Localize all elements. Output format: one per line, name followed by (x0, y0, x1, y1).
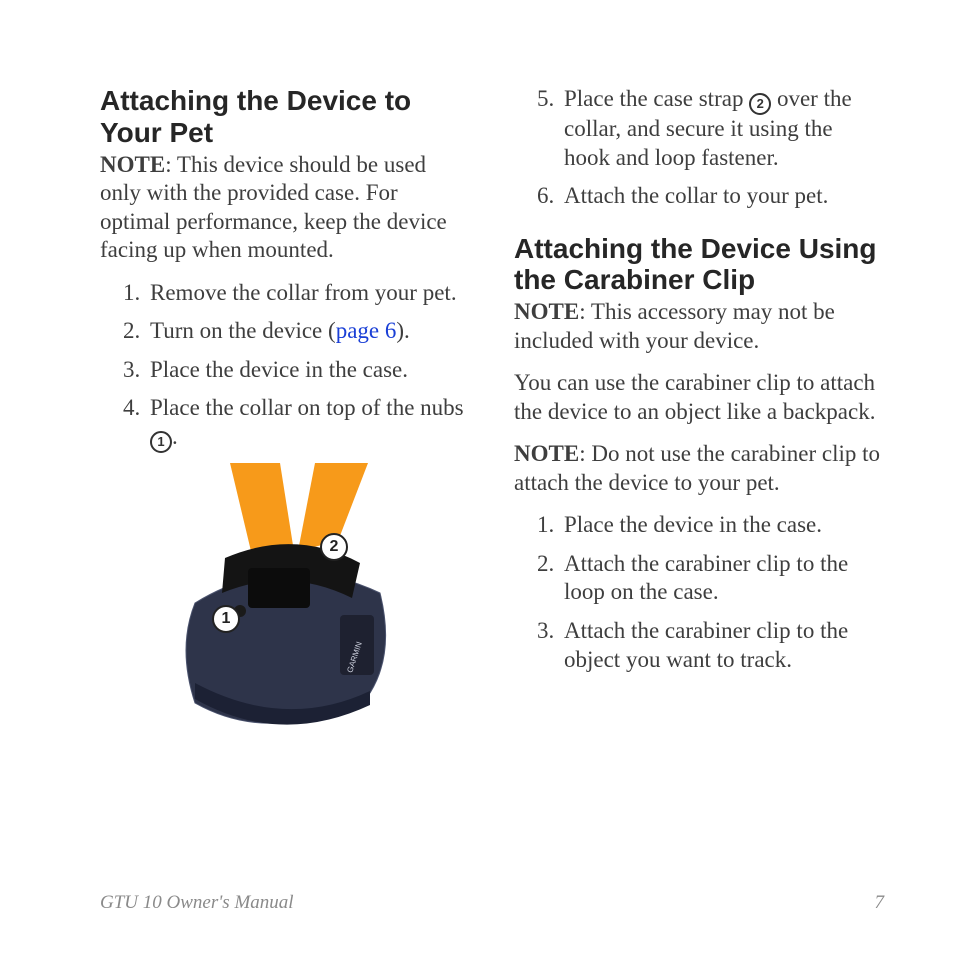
carabiner-step-3: Attach the carabiner clip to the object … (560, 617, 884, 674)
step-5: Place the case strap 2 over the collar, … (560, 85, 884, 172)
callout-2-icon: 2 (320, 533, 348, 561)
circle-1-inline-icon: 1 (150, 431, 172, 453)
page-number: 7 (875, 892, 885, 914)
carabiner-step-2: Attach the carabiner clip to the loop on… (560, 550, 884, 607)
left-column: Attaching the Device to Your Pet NOTE: T… (100, 85, 470, 884)
footer-title: GTU 10 Owner's Manual (100, 892, 294, 914)
step-1: Remove the collar from your pet. (146, 279, 470, 308)
heading-attach-pet: Attaching the Device to Your Pet (100, 85, 470, 149)
heading-carabiner: Attaching the Device Using the Carabiner… (514, 233, 884, 297)
step-6: Attach the collar to your pet. (560, 182, 884, 211)
note-carabiner-1: NOTE: This accessory may not be included… (514, 298, 884, 355)
step-3: Place the device in the case. (146, 356, 470, 385)
manual-page: Attaching the Device to Your Pet NOTE: T… (0, 0, 954, 954)
steps-pet-continued: Place the case strap 2 over the collar, … (514, 85, 884, 211)
steps-pet: Remove the collar from your pet. Turn on… (100, 279, 470, 453)
note-label-2: NOTE (514, 299, 579, 324)
carabiner-para: You can use the carabiner clip to attach… (514, 369, 884, 426)
steps-carabiner: Place the device in the case. Attach the… (514, 511, 884, 674)
step-2b: ). (396, 318, 409, 343)
step-2: Turn on the device (page 6). (146, 317, 470, 346)
device-illustration-icon: GARMIN (140, 463, 430, 733)
page-6-link[interactable]: page 6 (336, 318, 397, 343)
step-5a: Place the case strap (564, 86, 749, 111)
step-4: Place the collar on top of the nubs 1. (146, 394, 470, 453)
step-4b: . (172, 424, 178, 449)
note-label: NOTE (100, 152, 165, 177)
callout-1-icon: 1 (212, 605, 240, 633)
note-carabiner-2: NOTE: Do not use the carabiner clip to a… (514, 440, 884, 497)
page-footer: GTU 10 Owner's Manual 7 (100, 892, 884, 914)
step-2a: Turn on the device ( (150, 318, 336, 343)
note-label-3: NOTE (514, 441, 579, 466)
carabiner-step-1: Place the device in the case. (560, 511, 884, 540)
two-column-layout: Attaching the Device to Your Pet NOTE: T… (100, 85, 884, 884)
note-pet: NOTE: This device should be used only wi… (100, 151, 470, 265)
circle-2-inline-icon: 2 (749, 93, 771, 115)
device-collar-figure: GARMIN 1 2 (140, 463, 430, 733)
right-column: Place the case strap 2 over the collar, … (514, 85, 884, 884)
step-4a: Place the collar on top of the nubs (150, 395, 464, 420)
